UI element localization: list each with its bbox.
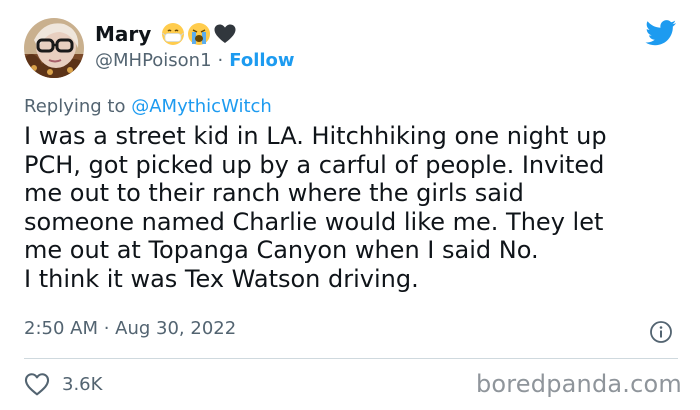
tweet-line: I was a street kid in LA. Hitchhiking on… xyxy=(24,122,607,150)
tweet-line: me out at Topanga Canyon when I said No. xyxy=(24,236,539,265)
crying-face-emoji xyxy=(188,23,211,45)
handle-row: @MHPoison1 · Follow xyxy=(95,50,295,71)
avatar-image xyxy=(24,18,84,78)
tweet-line: me out to their ranch where the girls sa… xyxy=(24,179,524,208)
reply-target-link[interactable]: @AMythicWitch xyxy=(131,96,272,117)
separator-dot: · xyxy=(217,50,224,71)
black-heart-emoji xyxy=(214,24,236,43)
follow-button[interactable]: Follow xyxy=(229,50,294,71)
divider xyxy=(24,358,678,359)
tweet-line: I think it was Tex Watson driving. xyxy=(24,264,419,293)
tweet-line: PCH, got picked up by a carful of people… xyxy=(24,150,605,179)
tweet-line: someone named Charlie would like me. The… xyxy=(24,207,604,236)
info-icon[interactable] xyxy=(649,320,673,344)
mask-face-emoji xyxy=(162,23,185,45)
tweet-timestamp[interactable]: 2:50 AM · Aug 30, 2022 xyxy=(24,318,236,339)
heart-icon xyxy=(24,373,50,396)
author-name-row[interactable]: Mary xyxy=(95,20,237,48)
tweet-text: I was a street kid in LA. Hitchhiking on… xyxy=(24,122,684,294)
like-count: 3.6K xyxy=(62,373,103,395)
avatar[interactable] xyxy=(24,18,84,78)
author-name[interactable]: Mary xyxy=(95,22,151,46)
twitter-bird-icon[interactable] xyxy=(645,20,677,46)
replying-to-label: Replying to xyxy=(24,96,126,117)
author-handle[interactable]: @MHPoison1 xyxy=(95,50,212,71)
like-button[interactable]: 3.6K xyxy=(24,372,102,396)
watermark: boredpanda.com xyxy=(475,370,682,398)
replying-to: Replying to @AMythicWitch xyxy=(24,96,272,117)
